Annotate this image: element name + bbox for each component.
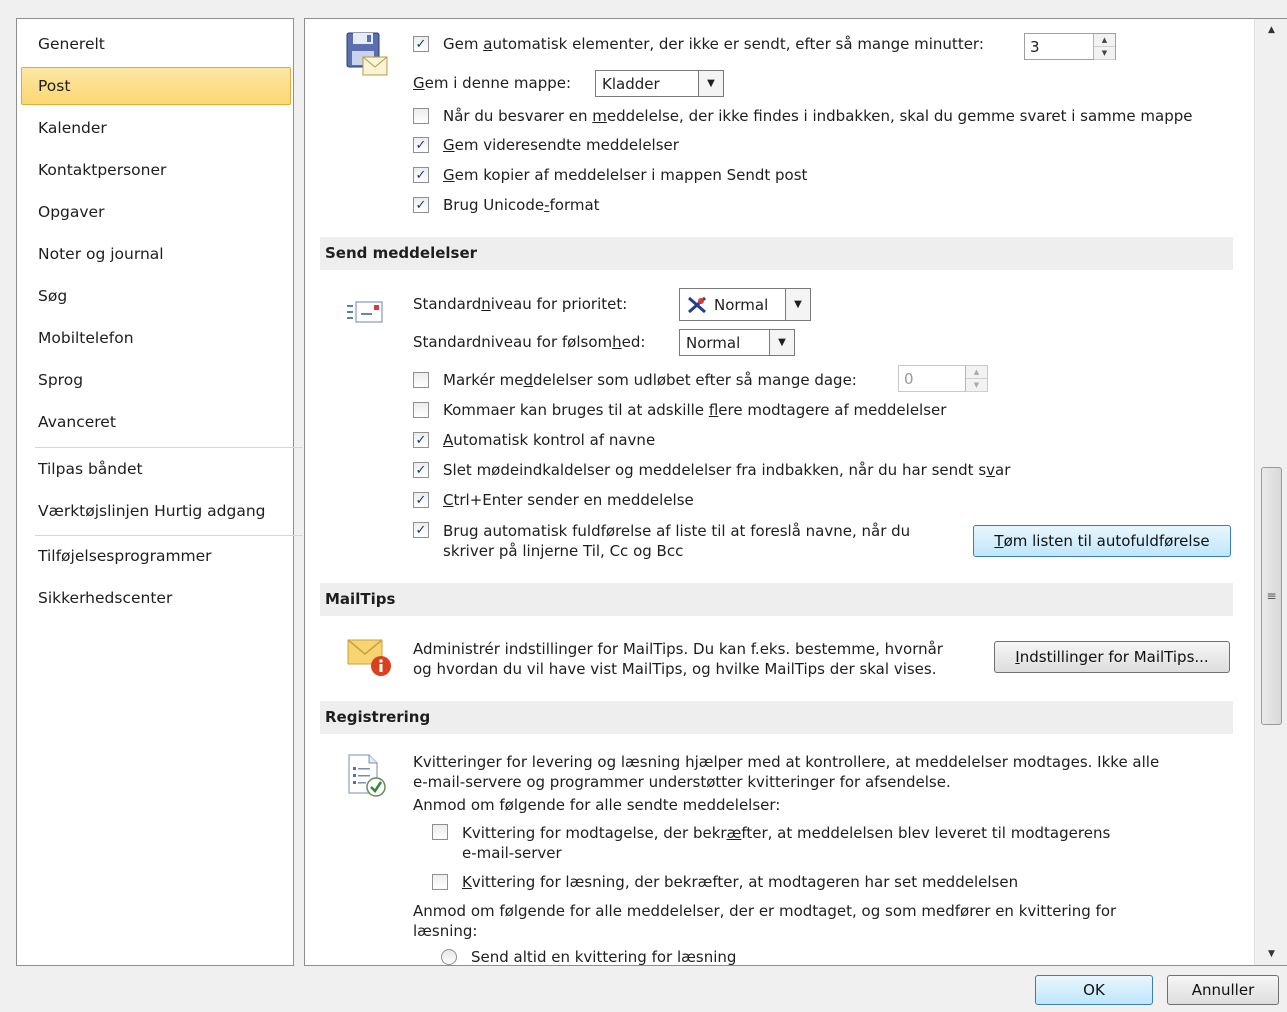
always-send-radio[interactable] xyxy=(441,949,457,965)
scroll-down-icon[interactable]: ▼ xyxy=(1255,943,1287,965)
reply-same-folder-checkbox[interactable] xyxy=(413,108,429,124)
expire-row: Markér meddelelser som udløbet efter så … xyxy=(413,371,857,389)
save-copies-checkbox[interactable]: ✓ xyxy=(413,167,429,183)
ctrl-enter-row: ✓ Ctrl+Enter sender en meddelelse xyxy=(413,491,694,509)
ctrl-enter-checkbox[interactable]: ✓ xyxy=(413,492,429,508)
sidebar-item-sikkerhedscenter[interactable]: Sikkerhedscenter xyxy=(21,579,291,617)
sidebar-divider xyxy=(35,535,303,536)
autosave-checkbox[interactable]: ✓ xyxy=(413,36,429,52)
sidebar-divider xyxy=(35,447,303,448)
sidebar-item-soeg[interactable]: Søg xyxy=(21,277,291,315)
delivery-receipt-row: Kvittering for modtagelse, der bekræfter… xyxy=(432,823,1110,863)
commas-checkbox[interactable] xyxy=(413,402,429,418)
tracking-receipt-icon xyxy=(348,754,386,797)
sensitivity-label: Standardniveau for følsomhed: xyxy=(413,333,646,351)
spin-up-icon[interactable]: ▲ xyxy=(1094,34,1115,47)
tracking-received-label: Anmod om følgende for alle meddelelser, … xyxy=(413,902,1117,940)
priority-label: Standardniveau for prioritet: xyxy=(413,295,628,313)
chevron-down-icon[interactable]: ▼ xyxy=(698,71,723,96)
sidebar-item-noter-og-journal[interactable]: Noter og journal xyxy=(21,235,291,273)
tracking-description: Kvitteringer for levering og læsning hjæ… xyxy=(413,753,1160,791)
delete-meeting-checkbox[interactable]: ✓ xyxy=(413,462,429,478)
auto-check-names-row: ✓ Automatisk kontrol af navne xyxy=(413,431,655,449)
save-folder-label: Gem i denne mappe: xyxy=(413,74,572,92)
save-copies-row: ✓ Gem kopier af meddelelser i mappen Sen… xyxy=(413,166,807,184)
autocomplete-row: ✓ Brug automatisk fuldførelse af liste t… xyxy=(413,521,910,561)
sidebar-item-kalender[interactable]: Kalender xyxy=(21,109,291,147)
empty-autocomplete-button[interactable]: Tøm listen til autofuldførelse xyxy=(973,525,1231,557)
sensitivity-dropdown[interactable]: Normal ▼ xyxy=(679,329,795,356)
sidebar-item-opgaver[interactable]: Opgaver xyxy=(21,193,291,231)
chevron-down-icon[interactable]: ▼ xyxy=(785,289,810,320)
read-receipt-row: Kvittering for læsning, der bekræfter, a… xyxy=(432,873,1018,891)
commas-row: Kommaer kan bruges til at adskille flere… xyxy=(413,401,946,419)
save-folder-dropdown[interactable]: Kladder ▼ xyxy=(595,70,724,97)
sensitivity-value: Normal xyxy=(686,333,741,352)
autosave-minutes-value: 3 xyxy=(1030,37,1040,56)
priority-icon xyxy=(688,296,706,313)
tracking-request-label: Anmod om følgende for alle sendte meddel… xyxy=(413,796,781,814)
send-section-header: Send meddelelser xyxy=(320,237,1233,270)
sidebar-item-avanceret[interactable]: Avanceret xyxy=(21,403,291,441)
mailtips-description: Administrér indstillinger for MailTips. … xyxy=(413,640,943,678)
expire-checkbox[interactable] xyxy=(413,372,429,388)
scroll-up-icon[interactable]: ▲ xyxy=(1255,19,1287,41)
sidebar-item-tilfoejelsesprogrammer[interactable]: Tilføjelsesprogrammer xyxy=(21,537,291,575)
save-folder-value: Kladder xyxy=(602,74,660,93)
autocomplete-checkbox[interactable]: ✓ xyxy=(413,522,429,538)
sidebar-item-post[interactable]: Post xyxy=(21,67,291,105)
autosave-row: ✓ Gem automatisk elementer, der ikke er … xyxy=(413,35,984,53)
mailtips-settings-button[interactable]: Indstillinger for MailTips... xyxy=(994,641,1230,673)
unicode-row: ✓ Brug Unicode-format xyxy=(413,196,600,214)
delivery-receipt-checkbox[interactable] xyxy=(432,824,448,840)
expire-days-spinner[interactable]: 0 ▲ ▼ xyxy=(898,365,988,392)
sidebar-item-tilpas-baandet[interactable]: Tilpas båndet xyxy=(21,450,291,488)
sidebar-item-kontaktpersoner[interactable]: Kontaktpersoner xyxy=(21,151,291,189)
save-forwarded-row: ✓ Gem videresendte meddelelser xyxy=(413,136,679,154)
delete-meeting-row: ✓ Slet mødeindkaldelser og meddelelser f… xyxy=(413,461,1010,479)
mailtips-info-icon xyxy=(347,639,391,676)
cancel-button[interactable]: Annuller xyxy=(1167,975,1279,1005)
send-envelope-icon xyxy=(347,301,383,323)
spin-down-icon[interactable]: ▼ xyxy=(1094,47,1115,60)
priority-value: Normal xyxy=(714,295,769,314)
sidebar-item-vaerktoejslinjen[interactable]: Værktøjslinjen Hurtig adgang xyxy=(21,492,291,530)
vertical-scrollbar[interactable]: ▲ ≡ ▼ xyxy=(1254,19,1287,965)
sidebar-item-generelt[interactable]: Generelt xyxy=(21,25,291,63)
expire-days-value: 0 xyxy=(904,369,914,388)
autosave-minutes-spinner[interactable]: 3 ▲ ▼ xyxy=(1024,33,1116,60)
read-receipt-checkbox[interactable] xyxy=(432,874,448,890)
spin-up-icon[interactable]: ▲ xyxy=(966,366,987,379)
tracking-section-header: Registrering xyxy=(320,701,1233,734)
autosave-label: Gem automatisk elementer, der ikke er se… xyxy=(443,35,984,53)
save-forwarded-checkbox[interactable]: ✓ xyxy=(413,137,429,153)
sidebar-item-sprog[interactable]: Sprog xyxy=(21,361,291,399)
scrollbar-thumb[interactable]: ≡ xyxy=(1261,467,1282,725)
priority-dropdown[interactable]: Normal ▼ xyxy=(679,288,811,321)
unicode-checkbox[interactable]: ✓ xyxy=(413,197,429,213)
save-floppy-icon xyxy=(346,32,388,76)
options-panel: ✓ Gem automatisk elementer, der ikke er … xyxy=(304,18,1287,966)
sidebar-item-mobiltelefon[interactable]: Mobiltelefon xyxy=(21,319,291,357)
auto-check-names-checkbox[interactable]: ✓ xyxy=(413,432,429,448)
reply-same-folder-row: Når du besvarer en meddelelse, der ikke … xyxy=(413,107,1192,125)
chevron-down-icon[interactable]: ▼ xyxy=(769,330,794,355)
ok-button[interactable]: OK xyxy=(1035,975,1153,1005)
spin-down-icon[interactable]: ▼ xyxy=(966,379,987,392)
always-send-read-receipt-row: Send altid en kvittering for læsning xyxy=(441,948,736,965)
category-sidebar: Generelt Post Kalender Kontaktpersoner O… xyxy=(16,18,303,966)
mailtips-section-header: MailTips xyxy=(320,583,1233,616)
